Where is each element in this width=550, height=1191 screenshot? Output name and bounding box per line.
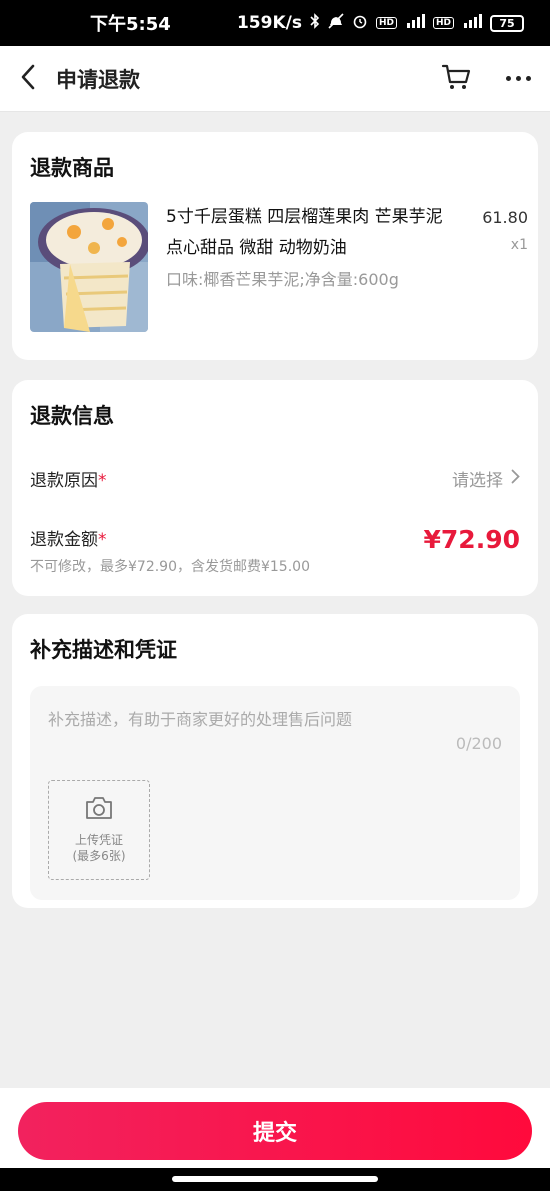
chevron-left-icon	[20, 64, 36, 94]
section-title: 退款商品	[30, 156, 114, 180]
refund-info-card: 退款信息 退款原因* 请选择 退款金额* 不可修改，最多¥72.90，含发货邮费…	[12, 380, 538, 596]
signal-icon	[405, 13, 425, 33]
section-title: 补充描述和凭证	[30, 638, 177, 662]
status-icons: 159K/s HD HD 75	[237, 13, 524, 33]
product-price: 61.80	[482, 208, 528, 227]
section-title: 退款信息	[30, 404, 114, 428]
refund-reason-select[interactable]: 请选择	[452, 466, 520, 491]
upload-label: 上传凭证 (最多6张)	[73, 832, 126, 864]
cart-button[interactable]	[426, 46, 486, 112]
nav-bar: 申请退款	[0, 46, 550, 112]
signal-icon	[462, 13, 482, 33]
cart-icon	[441, 63, 471, 95]
required-mark: *	[98, 530, 107, 550]
more-icon	[505, 76, 531, 81]
refund-reason-label: 退款原因*	[30, 466, 107, 491]
product-image	[30, 202, 148, 332]
refund-amount-row: 退款金额* 不可修改，最多¥72.90，含发货邮费¥15.00 ¥72.90	[30, 525, 520, 576]
refund-amount-text: 退款金额	[30, 530, 98, 550]
home-indicator[interactable]	[172, 1176, 378, 1182]
chevron-right-icon	[511, 469, 520, 489]
required-mark: *	[98, 471, 107, 491]
alarm-icon	[352, 13, 368, 33]
mute-icon	[328, 13, 344, 33]
back-button[interactable]	[0, 46, 56, 112]
description-placeholder: 补充描述，有助于商家更好的处理售后问题	[48, 710, 353, 729]
refund-product-card: 退款商品 5寸千层蛋糕 四层榴莲果肉 芒果芋泥 点心甜品 微甜 动物奶油 口味:…	[12, 132, 538, 360]
page-title: 申请退款	[56, 67, 140, 92]
product-quantity: x1	[510, 237, 528, 253]
more-button[interactable]	[486, 46, 550, 112]
refund-amount-label: 退款金额*	[30, 525, 310, 550]
refund-amount-note: 不可修改，最多¥72.90，含发货邮费¥15.00	[30, 559, 310, 575]
character-counter: 0/200	[455, 734, 502, 753]
network-speed: 159K/s	[236, 13, 302, 33]
gesture-area	[0, 1168, 550, 1191]
product-name: 5寸千层蛋糕 四层榴莲果肉 芒果芋泥 点心甜品 微甜 动物奶油	[166, 207, 443, 258]
product-price-column: 61.80 x1	[462, 202, 528, 332]
product-row[interactable]: 5寸千层蛋糕 四层榴莲果肉 芒果芋泥 点心甜品 微甜 动物奶油 口味:椰香芒果芋…	[30, 202, 528, 332]
submit-button[interactable]: 提交	[18, 1102, 532, 1160]
camera-icon	[84, 796, 114, 824]
bottom-bar: 提交	[0, 1088, 550, 1168]
product-info: 5寸千层蛋糕 四层榴莲果肉 芒果芋泥 点心甜品 微甜 动物奶油 口味:椰香芒果芋…	[166, 202, 462, 332]
description-textarea[interactable]: 补充描述，有助于商家更好的处理售后问题 0/200 上传凭证 (最多6张)	[30, 686, 520, 900]
refund-amount-value: ¥72.90	[423, 525, 520, 554]
refund-reason-placeholder: 请选择	[452, 471, 503, 491]
battery-icon: 75	[490, 14, 524, 32]
refund-reason-row[interactable]: 退款原因* 请选择	[30, 466, 520, 491]
status-bar: 下午5:54 159K/s HD HD 75	[0, 0, 550, 46]
hd-icon: HD	[432, 17, 454, 29]
bluetooth-icon	[310, 13, 320, 33]
upload-evidence-button[interactable]: 上传凭证 (最多6张)	[48, 780, 150, 880]
upload-label-line1: 上传凭证	[74, 833, 123, 847]
upload-label-line2: (最多6张)	[72, 849, 126, 863]
status-time: 下午5:54	[90, 14, 171, 35]
hd-icon: HD	[375, 17, 397, 29]
supplement-card: 补充描述和凭证 补充描述，有助于商家更好的处理售后问题 0/200 上传凭证 (…	[12, 614, 538, 908]
product-spec: 口味:椰香芒果芋泥;净含量:600g	[166, 270, 399, 289]
refund-reason-text: 退款原因	[30, 471, 98, 491]
